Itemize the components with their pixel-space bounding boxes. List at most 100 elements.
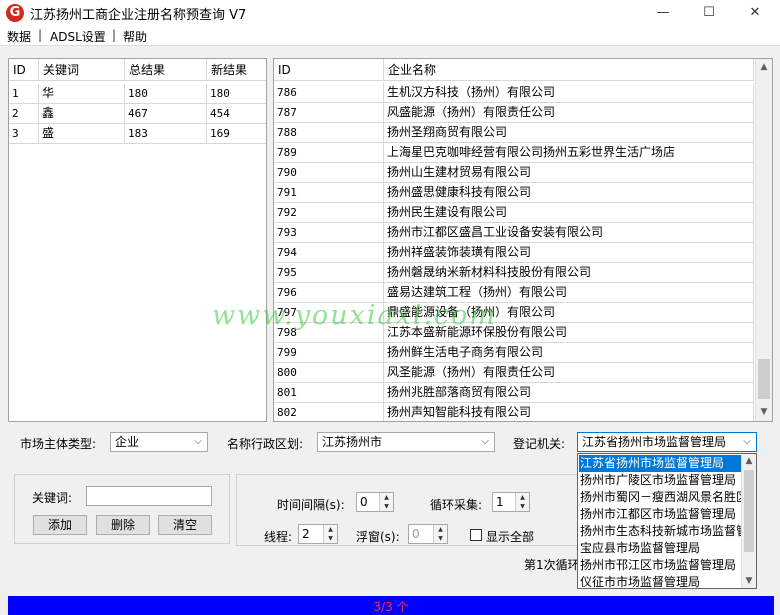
table-cell[interactable]: 454: [207, 104, 266, 124]
result-company-cell[interactable]: 扬州祥盛装饰装璜有限公司: [384, 243, 754, 263]
result-id-cell[interactable]: 789: [274, 143, 384, 163]
show-all-checkbox[interactable]: [470, 529, 482, 541]
results-table[interactable]: ID 企业名称 786 生机汉方科技（扬州）有限公司 787 风盛能源（扬州）有限责任…: [273, 58, 773, 422]
column-header-id[interactable]: ID: [9, 59, 39, 81]
table-cell[interactable]: 467: [125, 104, 207, 124]
spin-arrows-icon[interactable]: ▲ ▼: [379, 493, 393, 511]
dropdown-option[interactable]: 扬州市蜀冈－瘦西湖风景名胜区: [579, 489, 742, 506]
authority-dropdown-list[interactable]: 江苏省扬州市场监督管理局 扬州市广陵区市场监督管理局 扬州市蜀冈－瘦西湖风景名胜区扬…: [577, 453, 757, 589]
dropdown-option[interactable]: 宝应县市场监督管理局: [579, 540, 742, 557]
delete-button[interactable]: 删除: [96, 515, 150, 535]
result-id-cell[interactable]: 791: [274, 183, 384, 203]
column-header-total[interactable]: 总结果: [125, 59, 207, 81]
result-id-cell[interactable]: 801: [274, 383, 384, 403]
spin-arrows-icon[interactable]: ▲ ▼: [515, 493, 529, 511]
table-cell[interactable]: 2: [9, 104, 39, 124]
dropdown-option[interactable]: 扬州市邗江区市场监督管理局: [579, 557, 742, 574]
result-id-cell[interactable]: 793: [274, 223, 384, 243]
dropdown-option[interactable]: 扬州市生态科技新城市场监督管: [579, 523, 742, 540]
result-id-cell[interactable]: 795: [274, 263, 384, 283]
dropdown-option[interactable]: 扬州市广陵区市场监督管理局: [579, 472, 742, 489]
result-id-cell[interactable]: 790: [274, 163, 384, 183]
table-cell[interactable]: 3: [9, 124, 39, 144]
close-icon[interactable]: ✕: [732, 0, 778, 26]
authority-label: 登记机关:: [513, 437, 566, 451]
threads-stepper[interactable]: 2 ▲ ▼: [298, 524, 338, 544]
entity-type-label: 市场主体类型:: [20, 437, 97, 451]
result-company-cell[interactable]: 扬州兆胜部落商贸有限公司: [384, 383, 754, 403]
result-company-cell[interactable]: 扬州山生建材贸易有限公司: [384, 163, 754, 183]
window-title: 江苏扬州工商企业注册名称预查询 V7: [30, 8, 247, 23]
result-company-cell[interactable]: 扬州民生建设有限公司: [384, 203, 754, 223]
table-cell[interactable]: 鑫: [39, 104, 125, 124]
scroll-down-icon[interactable]: ▼: [742, 574, 756, 588]
table-cell[interactable]: 183: [125, 124, 207, 144]
dropdown-scrollbar[interactable]: ▲ ▼: [741, 454, 756, 588]
minimize-icon[interactable]: —: [640, 0, 686, 26]
result-company-cell[interactable]: 扬州鲜生活电子商务有限公司: [384, 343, 754, 363]
region-select[interactable]: 江苏扬州市 ⌵: [317, 432, 495, 452]
column-header-id[interactable]: ID: [274, 59, 384, 81]
column-header-company-name[interactable]: 企业名称: [384, 59, 754, 81]
menu-item-help[interactable]: 帮助: [123, 28, 147, 45]
dropdown-option[interactable]: 仪征市市场监督管理局: [579, 574, 742, 588]
result-company-cell[interactable]: 扬州市江都区盛昌工业设备安装有限公司: [384, 223, 754, 243]
result-id-cell[interactable]: 794: [274, 243, 384, 263]
interval-label: 时间间隔(s):: [277, 498, 345, 512]
column-header-keyword[interactable]: 关键词: [39, 59, 125, 81]
table-cell[interactable]: 180: [207, 84, 266, 104]
dropdown-option[interactable]: 江苏省扬州市场监督管理局: [579, 455, 742, 472]
float-label: 浮窗(s):: [356, 530, 400, 544]
scroll-thumb[interactable]: [758, 359, 770, 399]
result-id-cell[interactable]: 788: [274, 123, 384, 143]
keyword-label: 关键词:: [32, 491, 73, 505]
scroll-thumb[interactable]: [744, 470, 754, 552]
results-scrollbar[interactable]: ▲ ▼: [755, 59, 772, 421]
threads-label: 线程:: [264, 530, 293, 544]
spin-arrows-icon[interactable]: ▲ ▼: [433, 525, 447, 543]
table-cell[interactable]: 盛: [39, 124, 125, 144]
result-id-cell[interactable]: 800: [274, 363, 384, 383]
result-company-cell[interactable]: 扬州盛思健康科技有限公司: [384, 183, 754, 203]
result-company-cell[interactable]: 扬州磐晟纳米新材料科技股份有限公司: [384, 263, 754, 283]
authority-select[interactable]: 江苏省扬州市场监督管理局 ⌵: [577, 432, 757, 452]
show-all-label: 显示全部: [486, 530, 535, 544]
float-stepper[interactable]: 0 ▲ ▼: [408, 524, 448, 544]
table-cell[interactable]: 169: [207, 124, 266, 144]
menu-item-adsl[interactable]: ADSL设置: [50, 28, 106, 45]
clear-button[interactable]: 清空: [158, 515, 212, 535]
result-id-cell[interactable]: 786: [274, 83, 384, 103]
menu-item-data[interactable]: 数据: [7, 28, 31, 45]
result-id-cell[interactable]: 792: [274, 203, 384, 223]
result-company-cell[interactable]: 扬州圣翔商贸有限公司: [384, 123, 754, 143]
result-id-cell[interactable]: 799: [274, 343, 384, 363]
float-value: 0: [412, 527, 420, 541]
keywords-table[interactable]: ID 关键词 总结果 新结果 1 华 180 180 2 鑫 467 454 3…: [8, 58, 267, 422]
scroll-down-icon[interactable]: ▼: [756, 404, 772, 421]
scroll-up-icon[interactable]: ▲: [756, 59, 772, 76]
dropdown-option[interactable]: 扬州市江都区市场监督管理局: [579, 506, 742, 523]
column-header-new[interactable]: 新结果: [207, 59, 266, 81]
spin-arrows-icon[interactable]: ▲ ▼: [323, 525, 337, 543]
entity-type-select[interactable]: 企业 ⌵: [110, 432, 208, 452]
table-cell[interactable]: 1: [9, 84, 39, 104]
result-company-cell[interactable]: 风圣能源（扬州）有限责任公司: [384, 363, 754, 383]
threads-value: 2: [302, 527, 310, 541]
add-button[interactable]: 添加: [33, 515, 87, 535]
chevron-down-icon: ⌵: [481, 436, 489, 447]
result-company-cell[interactable]: 生机汉方科技（扬州）有限公司: [384, 83, 754, 103]
scroll-up-icon[interactable]: ▲: [742, 454, 756, 468]
keyword-input[interactable]: [86, 486, 212, 506]
result-company-cell[interactable]: 风盛能源（扬州）有限责任公司: [384, 103, 754, 123]
progress-text: 3/3 个: [373, 600, 409, 614]
result-company-cell[interactable]: 扬州声知智能科技有限公司: [384, 403, 754, 421]
table-cell[interactable]: 华: [39, 84, 125, 104]
result-id-cell[interactable]: 802: [274, 403, 384, 421]
result-id-cell[interactable]: 787: [274, 103, 384, 123]
interval-stepper[interactable]: 0 ▲ ▼: [356, 492, 394, 512]
maximize-icon[interactable]: ☐: [686, 0, 732, 26]
result-company-cell[interactable]: 上海星巴克咖啡经营有限公司扬州五彩世界生活广场店: [384, 143, 754, 163]
interval-value: 0: [360, 495, 368, 509]
table-cell[interactable]: 180: [125, 84, 207, 104]
loop-stepper[interactable]: 1 ▲ ▼: [492, 492, 530, 512]
